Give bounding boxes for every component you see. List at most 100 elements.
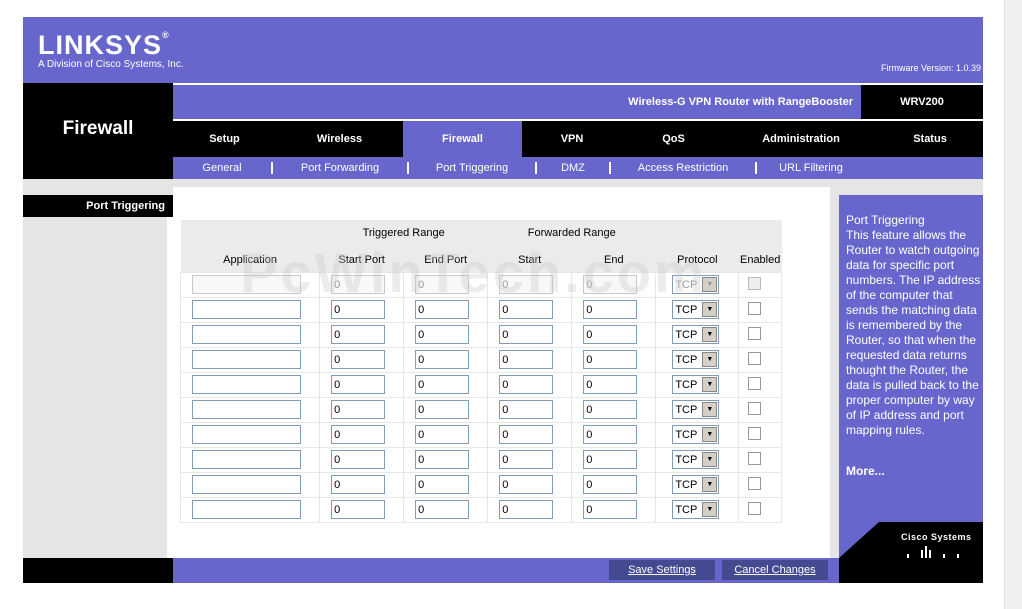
chevron-down-icon[interactable]: ▼ [702, 352, 718, 367]
table-row: TCP ▼ [179, 421, 782, 448]
triggered-start-port-input[interactable] [331, 325, 386, 344]
table-row: TCP ▼ [179, 371, 782, 398]
table-row: TCP ▼ [179, 496, 782, 523]
forwarded-end-input[interactable] [583, 325, 638, 344]
footer-bar: Save Settings Cancel Changes [23, 558, 983, 583]
triggered-start-port-input[interactable] [331, 400, 386, 419]
triggered-start-port-input[interactable] [331, 500, 386, 519]
forwarded-start-input[interactable] [499, 500, 554, 519]
protocol-select[interactable]: TCP ▼ [672, 325, 720, 344]
subtab-port-forwarding[interactable]: Port Forwarding [273, 162, 407, 174]
enabled-checkbox[interactable] [748, 426, 762, 440]
triggered-end-port-input[interactable] [415, 325, 470, 344]
triggered-end-port-input[interactable] [415, 375, 470, 394]
tab-setup[interactable]: Setup [173, 121, 276, 157]
triggered-end-port-input[interactable] [415, 475, 470, 494]
application-input[interactable] [192, 325, 301, 344]
protocol-select[interactable]: TCP ▼ [672, 500, 720, 519]
forwarded-end-input[interactable] [583, 350, 638, 369]
enabled-checkbox[interactable] [748, 451, 762, 465]
chevron-down-icon[interactable]: ▼ [702, 427, 718, 442]
protocol-select[interactable]: TCP ▼ [672, 425, 720, 444]
cisco-name: Cisco Systems [901, 532, 972, 542]
subtab-access-restriction[interactable]: Access Restriction [611, 162, 755, 174]
forwarded-end-input[interactable] [583, 475, 638, 494]
application-input[interactable] [192, 375, 301, 394]
triggered-start-port-input[interactable] [331, 350, 386, 369]
enabled-checkbox[interactable] [748, 326, 762, 340]
subtab-url-filtering[interactable]: URL Filtering [757, 162, 865, 174]
forwarded-start-input[interactable] [499, 375, 554, 394]
chevron-down-icon[interactable]: ▼ [702, 502, 718, 517]
help-title: Port Triggering [846, 213, 925, 227]
triggered-start-port-input[interactable] [331, 475, 386, 494]
table-row: TCP ▼ [179, 346, 782, 373]
enabled-checkbox[interactable] [748, 351, 762, 365]
tab-qos[interactable]: QoS [622, 121, 725, 157]
subtab-port-triggering[interactable]: Port Triggering [409, 162, 535, 174]
tab-firewall[interactable]: Firewall [403, 121, 522, 157]
forwarded-end-input[interactable] [583, 425, 638, 444]
protocol-select[interactable]: TCP ▼ [672, 375, 720, 394]
enabled-checkbox[interactable] [748, 301, 762, 315]
triggered-end-port-input[interactable] [415, 425, 470, 444]
table-row: TCP ▼ [179, 396, 782, 423]
watermark: PcWinTech.com [240, 241, 707, 304]
protocol-value: TCP [675, 378, 698, 391]
product-name: Wireless-G VPN Router with RangeBooster [628, 96, 853, 108]
application-input[interactable] [192, 450, 301, 469]
triggered-end-port-input[interactable] [415, 400, 470, 419]
application-input[interactable] [192, 400, 301, 419]
triggered-end-port-input[interactable] [415, 500, 470, 519]
chevron-down-icon[interactable]: ▼ [702, 377, 718, 392]
forwarded-start-input[interactable] [499, 450, 554, 469]
sub-tabs: General Port Forwarding Port Triggering DMZ… [173, 157, 983, 179]
protocol-select[interactable]: TCP ▼ [672, 400, 720, 419]
chevron-down-icon[interactable]: ▼ [702, 327, 718, 342]
enabled-checkbox[interactable] [748, 501, 762, 515]
application-input[interactable] [192, 350, 301, 369]
forwarded-start-input[interactable] [499, 325, 554, 344]
forwarded-start-input[interactable] [499, 400, 554, 419]
subtab-general[interactable]: General [173, 162, 271, 174]
forwarded-start-input[interactable] [499, 350, 554, 369]
protocol-value: TCP [675, 328, 698, 341]
application-input[interactable] [192, 425, 301, 444]
enabled-checkbox[interactable] [748, 476, 762, 490]
chevron-down-icon[interactable]: ▼ [702, 452, 718, 467]
forwarded-start-input[interactable] [499, 475, 554, 494]
chevron-down-icon[interactable]: ▼ [702, 402, 718, 417]
left-column: Port Triggering [23, 187, 173, 558]
triggered-end-port-input[interactable] [415, 350, 470, 369]
scrollbar[interactable] [1004, 0, 1022, 609]
tab-vpn[interactable]: VPN [522, 121, 622, 157]
application-input[interactable] [192, 475, 301, 494]
protocol-select[interactable]: TCP ▼ [672, 475, 720, 494]
tab-status[interactable]: Status [877, 121, 983, 157]
forwarded-end-input[interactable] [583, 500, 638, 519]
forwarded-end-input[interactable] [583, 450, 638, 469]
forwarded-end-input[interactable] [583, 400, 638, 419]
protocol-select[interactable]: TCP ▼ [672, 350, 720, 369]
more-link[interactable]: More... [846, 464, 983, 479]
triggered-start-port-input[interactable] [331, 375, 386, 394]
application-input[interactable] [192, 500, 301, 519]
forwarded-end-input[interactable] [583, 375, 638, 394]
protocol-value: TCP [675, 353, 698, 366]
enabled-checkbox[interactable] [748, 401, 762, 415]
triggered-start-port-input[interactable] [331, 450, 386, 469]
save-settings-button[interactable]: Save Settings [609, 560, 715, 580]
protocol-select[interactable]: TCP ▼ [672, 450, 720, 469]
cancel-changes-button[interactable]: Cancel Changes [722, 560, 828, 580]
forwarded-start-input[interactable] [499, 425, 554, 444]
enabled-checkbox[interactable] [748, 276, 762, 290]
tab-wireless[interactable]: Wireless [276, 121, 403, 157]
triggered-end-port-input[interactable] [415, 450, 470, 469]
table-row: TCP ▼ [179, 446, 782, 473]
brand-text: LINKSYS [38, 30, 163, 60]
tab-administration[interactable]: Administration [725, 121, 877, 157]
triggered-start-port-input[interactable] [331, 425, 386, 444]
enabled-checkbox[interactable] [748, 376, 762, 390]
subtab-dmz[interactable]: DMZ [537, 162, 609, 174]
chevron-down-icon[interactable]: ▼ [702, 477, 718, 492]
